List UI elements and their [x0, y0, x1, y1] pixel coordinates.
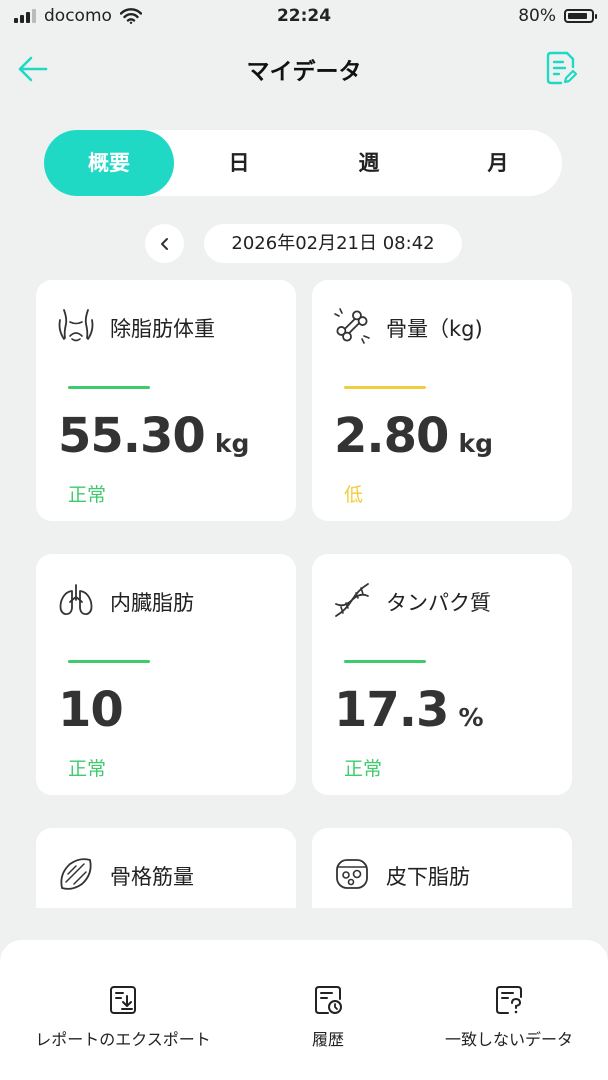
card-unit: % — [458, 703, 484, 732]
status-indicator-line — [68, 660, 150, 663]
card-title: 除脂肪体重 — [110, 317, 215, 341]
card-title: 骨格筋量 — [110, 865, 194, 889]
fat-cells-icon — [336, 859, 368, 889]
card-protein[interactable]: タンパク質 17.3% 正常 — [312, 554, 572, 795]
export-report-button[interactable]: レポートのエクスポート — [18, 984, 228, 1050]
period-tabs: 概要 日 週 月 — [44, 130, 562, 196]
card-title: 内臓脂肪 — [110, 591, 194, 615]
nav-bar: マイデータ — [0, 40, 608, 96]
card-subcutaneous-fat[interactable]: 皮下脂肪 — [312, 828, 572, 908]
card-lean-body-mass[interactable]: 除脂肪体重 55.30 kg 正常 — [36, 280, 296, 521]
tab-week[interactable]: 週 — [304, 130, 434, 196]
bone-icon — [334, 308, 370, 344]
status-right: 80% — [518, 6, 597, 26]
status-indicator-line — [68, 386, 150, 389]
status-badge: 正常 — [68, 758, 107, 780]
torso-icon — [58, 309, 94, 342]
status-badge: 正常 — [344, 758, 383, 780]
history-button[interactable]: 履歴 — [258, 984, 398, 1050]
battery-icon — [564, 9, 597, 23]
status-badge: 低 — [344, 484, 364, 506]
battery-percent: 80% — [518, 6, 556, 26]
dna-icon — [335, 583, 369, 617]
status-badge: 正常 — [68, 484, 107, 506]
history-label: 履歴 — [311, 1030, 344, 1049]
export-report-icon — [110, 986, 136, 1014]
card-bone-mass[interactable]: 骨量（kg) 2.80 kg 低 — [312, 280, 572, 521]
page-title: マイデータ — [246, 59, 362, 85]
card-value: 10 — [58, 682, 124, 738]
card-value: 17.3% — [334, 682, 484, 738]
bottom-action-bar: レポートのエクスポート 履歴 一致しないデータ — [0, 940, 608, 1080]
muscle-icon — [60, 858, 92, 890]
edit-report-icon[interactable] — [544, 50, 578, 86]
card-value: 55.30 kg — [58, 408, 250, 464]
measurement-datetime[interactable]: 2026年02月21日 08:42 — [204, 224, 462, 263]
export-report-label: レポートのエクスポート — [35, 1030, 211, 1049]
previous-date-button[interactable] — [145, 224, 184, 263]
unmatched-data-icon — [496, 986, 522, 1014]
tab-day[interactable]: 日 — [174, 130, 304, 196]
lungs-icon — [59, 584, 93, 616]
card-title: 骨量（kg) — [386, 317, 483, 341]
status-indicator-line — [344, 386, 426, 389]
card-title: タンパク質 — [386, 591, 491, 615]
history-icon — [315, 986, 342, 1014]
card-title: 皮下脂肪 — [386, 865, 470, 889]
status-indicator-line — [344, 660, 426, 663]
unmatched-data-button[interactable]: 一致しないデータ — [428, 984, 590, 1050]
card-unit: kg — [458, 429, 493, 458]
status-bar: docomo 22:24 80% — [0, 0, 608, 34]
chevron-left-icon — [160, 237, 168, 250]
tab-overview[interactable]: 概要 — [44, 130, 174, 196]
unmatched-data-label: 一致しないデータ — [444, 1030, 573, 1049]
card-unit: kg — [214, 429, 250, 458]
status-time: 22:24 — [276, 6, 332, 26]
card-value: 2.80 kg — [334, 408, 493, 464]
card-visceral-fat[interactable]: 内臓脂肪 10 正常 — [36, 554, 296, 795]
card-skeletal-muscle[interactable]: 骨格筋量 — [36, 828, 296, 908]
tab-month[interactable]: 月 — [434, 130, 562, 196]
